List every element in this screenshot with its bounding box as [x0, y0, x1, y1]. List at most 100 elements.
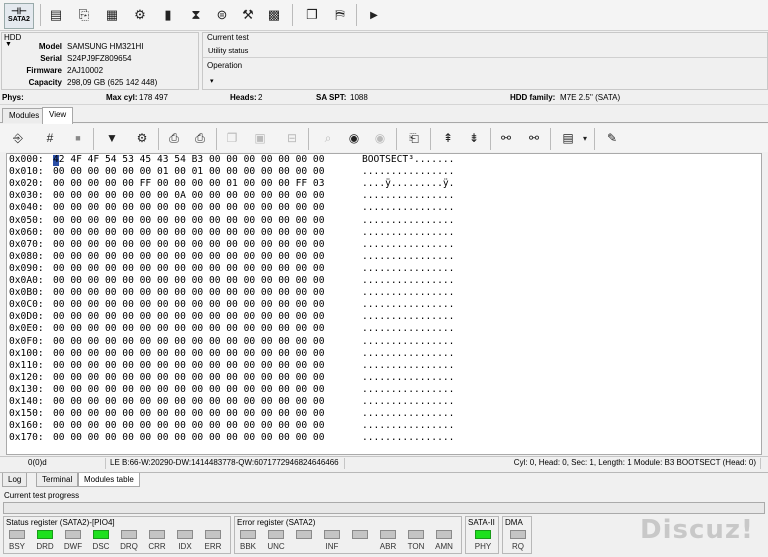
hex-row-addr: 0x010: — [9, 166, 44, 178]
hex-row-addr: 0x110: — [9, 359, 44, 371]
open-folder-icon[interactable]: ⊜ — [210, 3, 234, 27]
register-led — [268, 530, 284, 539]
page-up-icon[interactable]: ⇞ — [436, 127, 460, 149]
hourglass-icon[interactable]: ⧗ — [184, 3, 208, 27]
hex-row-ascii: ................ — [362, 262, 455, 274]
hex-row-addr: 0x0A0: — [9, 275, 44, 286]
hex-row-ascii: ................ — [362, 250, 455, 262]
toolbar-separator — [490, 128, 491, 150]
hex-row-bytes: 00 00 00 00 00 00 00 00 00 00 00 00 00 0… — [53, 214, 325, 226]
hex-row-bytes: 00 00 00 00 00 00 00 00 00 00 00 00 00 0… — [53, 226, 325, 238]
register-led-label: INF — [325, 542, 339, 551]
register-led — [324, 530, 340, 539]
hex-row-bytes: 00 00 00 00 00 00 00 00 00 00 00 00 00 0… — [53, 311, 325, 323]
sata-mode-label: SATA2 — [8, 16, 30, 23]
edit-pencil-icon[interactable]: ✎ — [600, 127, 624, 149]
chip-icon[interactable]: ▮ — [156, 3, 180, 27]
hex-row-ascii: ................ — [362, 190, 455, 202]
register-led — [240, 530, 256, 539]
hex-row-ascii: ................ — [362, 299, 455, 311]
register-led-label: BSY — [8, 542, 25, 551]
toolbar-separator — [292, 4, 293, 26]
load-down-icon[interactable]: ▼ — [100, 127, 124, 149]
offset-status: 0(0)d — [6, 458, 106, 469]
copy-icon[interactable]: ❐ — [220, 127, 244, 149]
page-down-icon[interactable]: ⇟ — [462, 127, 486, 149]
hex-row-ascii: ................ — [362, 202, 455, 214]
hex-row-ascii: ................ — [362, 420, 455, 432]
register-led — [9, 530, 25, 539]
register-led-label: DWF — [63, 542, 83, 551]
status-register-title: Status register (SATA2)-[PIO4] — [6, 518, 115, 527]
tab-log[interactable]: Log — [2, 473, 28, 487]
tools-icon[interactable]: ⚒ — [236, 3, 260, 27]
copy-icon[interactable]: ❐ — [300, 3, 324, 27]
chevron-down-icon[interactable]: ▾ — [578, 127, 592, 149]
register-led-label: UNC — [267, 542, 285, 551]
tab-modules[interactable]: Modules — [2, 108, 47, 123]
hash-icon[interactable]: # — [38, 127, 62, 149]
find-icon[interactable]: ⌕ — [316, 127, 340, 149]
editor-status-bar: 0(0)d LE B:66-W:20290-DW:1414483778-QW:6… — [0, 456, 768, 469]
hex-row-addr: 0x0B0: — [9, 287, 44, 299]
save-icon[interactable]: ⎙ — [162, 127, 186, 149]
paste-icon[interactable]: ▣ — [248, 127, 272, 149]
tab-view[interactable]: View — [42, 107, 74, 124]
gear-icon[interactable]: ⚙ — [128, 3, 152, 27]
dma-register-title: DMA — [505, 518, 523, 527]
hex-row-ascii: ................ — [362, 371, 455, 383]
search-binoculars-icon[interactable]: ⚯ — [494, 127, 518, 149]
register-led — [296, 530, 312, 539]
checksum-disabled-icon[interactable]: ◉ — [368, 127, 392, 149]
hex-row-addr: 0x0E0: — [9, 323, 44, 335]
tab-terminal[interactable]: Terminal — [36, 473, 79, 487]
heads-label: Heads: — [230, 93, 257, 102]
hex-row-ascii: ................ — [362, 408, 455, 420]
play-icon[interactable]: ▶ — [362, 3, 386, 27]
toolbar-separator — [216, 128, 217, 150]
stop-icon[interactable]: ■ — [66, 127, 90, 149]
calculator-icon[interactable]: ▤ — [556, 127, 580, 149]
hex-row-bytes: 00 00 00 00 00 00 00 00 00 00 00 00 00 0… — [53, 432, 325, 444]
register-led — [93, 530, 109, 539]
hex-row-bytes: 00 00 00 00 00 00 00 00 00 00 00 00 00 0… — [53, 396, 325, 407]
grid-icon[interactable]: ▩ — [262, 3, 286, 27]
scroll-icon[interactable]: ⎘ — [72, 3, 96, 27]
tab-modules-table[interactable]: Modules table — [78, 473, 140, 487]
serial-value: S24PJ9FZ809654 — [67, 54, 132, 63]
editor-toolbar: ⎆ # ■ ▼ ⚙ ⎙ ⎙ ❐ ▣ ⊟ ⌕ ◉ ◉ ⎗ ⇞ ⇟ ⚯ ⚯ ▤ ▾ … — [0, 124, 768, 152]
panel-divider — [203, 57, 767, 58]
register-led-label: IDX — [178, 542, 192, 551]
model-label: Model — [38, 42, 62, 51]
serial-label: Serial — [40, 54, 62, 63]
hex-row-bytes: 00 00 00 00 00 00 00 00 00 00 00 00 00 0… — [53, 420, 325, 432]
operation-dropdown-icon[interactable]: ▾ — [210, 77, 214, 85]
sa-spt-value: 1088 — [350, 93, 368, 102]
checksum-icon[interactable]: ◉ — [342, 127, 366, 149]
run-icon[interactable]: ⛿ — [328, 3, 352, 27]
search-next-binoculars-icon[interactable]: ⚯ — [522, 127, 546, 149]
sata-mode-button[interactable]: ⊣⊢ SATA2 — [4, 3, 34, 29]
document-icon[interactable]: ⎗ — [402, 127, 426, 149]
register-led-label: DRD — [36, 542, 54, 551]
register-led-label: DSC — [92, 542, 110, 551]
disk-drive-icon[interactable]: ▤ — [44, 3, 68, 27]
hex-row-bytes: 00 00 00 00 00 00 01 00 01 00 00 00 00 0… — [53, 166, 325, 178]
database-icon[interactable]: ▦ — [100, 3, 124, 27]
register-led — [408, 530, 424, 539]
hex-row-addr: 0x030: — [9, 190, 44, 202]
config-gear-icon[interactable]: ⚙ — [130, 127, 154, 149]
progress-label: Current test progress — [4, 491, 80, 500]
save-as-icon[interactable]: ⎙ — [188, 127, 212, 149]
register-led — [149, 530, 165, 539]
firmware-value: 2AJ10002 — [67, 66, 104, 75]
hex-row-bytes: 00 00 00 00 00 00 00 00 00 00 00 00 00 0… — [53, 371, 325, 383]
hex-row-addr: 0x080: — [9, 250, 44, 262]
compare-icon[interactable]: ⊟ — [280, 127, 304, 149]
hex-row-addr: 0x000: — [9, 154, 44, 165]
register-led-label: ABR — [379, 542, 397, 551]
register-led — [65, 530, 81, 539]
hex-editor[interactable]: 0x000: 42 4F 4F 54 53 45 43 54 B3 00 00 0… — [6, 153, 762, 455]
toolbar-separator — [40, 4, 41, 26]
goto-icon[interactable]: ⎆ — [6, 127, 30, 149]
